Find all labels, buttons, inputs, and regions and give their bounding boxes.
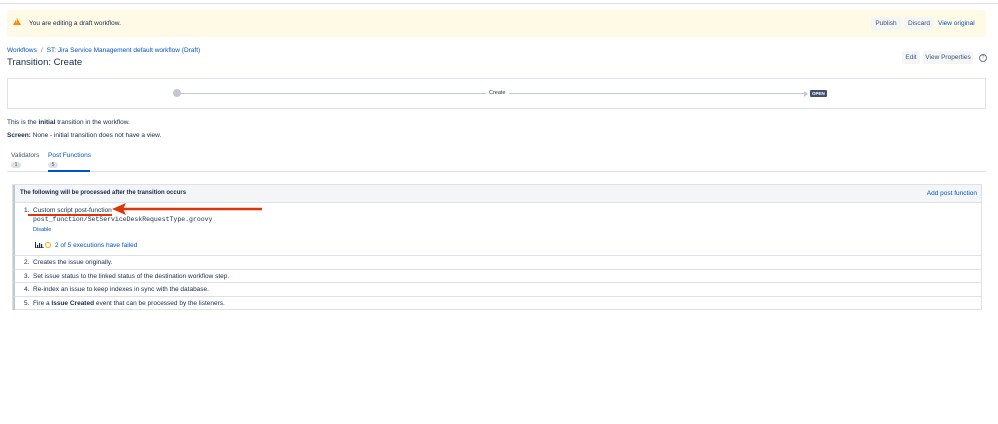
banner-text: You are editing a draft workflow.	[29, 20, 121, 27]
active-tab-indicator	[48, 170, 90, 172]
tabs-border	[7, 171, 986, 172]
post-function-row-4: 4. Re-index an issue to keep indexes in …	[13, 283, 981, 297]
view-properties-button[interactable]: View Properties	[923, 51, 973, 64]
top-border	[0, 0, 998, 4]
row-text: Creates the issue originally.	[33, 259, 113, 266]
discard-button[interactable]: Discard	[904, 17, 934, 30]
screen-label: Screen:	[7, 132, 31, 139]
page-title: Transition: Create	[7, 57, 83, 68]
initial-info: This is the initial transition in the wo…	[7, 119, 130, 126]
validators-count-badge: 1	[11, 162, 21, 168]
tab-validators[interactable]: Validators	[11, 152, 39, 159]
help-icon[interactable]: ?	[979, 54, 987, 62]
post-functions-count-badge: 5	[48, 162, 58, 168]
initial-bold: initial	[38, 119, 56, 126]
transition-label: Create	[486, 90, 509, 96]
screen-value: None - initial transition does not have …	[30, 132, 162, 139]
publish-button[interactable]: Publish	[871, 17, 901, 30]
row-number: 1.	[24, 207, 30, 214]
row-text-suffix: event that can be processed by the liste…	[94, 300, 225, 307]
annotation-arrow-icon	[112, 203, 262, 215]
post-function-row-5: 5. Fire a Issue Created event that can b…	[13, 297, 981, 310]
clock-icon	[45, 242, 51, 248]
row-text: Fire a Issue Created event that can be p…	[33, 300, 225, 307]
initial-node	[173, 89, 181, 97]
arrowhead-icon	[804, 91, 808, 97]
row-number: 5.	[24, 300, 30, 307]
row-number: 4.	[24, 286, 30, 293]
annotation-underline	[28, 214, 112, 216]
post-function-row-2: 2. Creates the issue originally.	[13, 256, 981, 270]
breadcrumb: Workflows / ST: Jira Service Management de…	[7, 47, 200, 54]
breadcrumb-workflow[interactable]: ST: Jira Service Management default work…	[47, 47, 201, 54]
chart-icon	[35, 242, 44, 248]
add-post-function-link[interactable]: Add post function	[927, 190, 977, 197]
row-number: 3.	[24, 273, 30, 280]
transition-diagram: Create OPEN	[7, 78, 986, 109]
tab-post-functions[interactable]: Post Functions	[48, 152, 91, 159]
initial-suffix: transition in the workflow.	[55, 119, 130, 126]
issue-created-event: Issue Created	[51, 300, 95, 307]
custom-script-label: Custom script post-function	[33, 207, 112, 214]
view-original-link[interactable]: View original	[938, 20, 975, 27]
breadcrumb-workflows[interactable]: Workflows	[7, 47, 37, 54]
draft-warning-banner: You are editing a draft workflow. Publis…	[7, 10, 986, 37]
executions-failed-link[interactable]: 2 of 5 executions have failed	[55, 242, 137, 249]
panel-heading: The following will be processed after th…	[20, 190, 187, 196]
post-function-row-3: 3. Set issue status to the linked status…	[13, 270, 981, 283]
row-text: Re-index an issue to keep indexes in syn…	[33, 286, 209, 293]
status-lozenge: OPEN	[810, 90, 827, 97]
row-text-prefix: Fire a	[33, 300, 52, 307]
breadcrumb-separator: /	[40, 47, 43, 54]
row-text: Set issue status to the linked status of…	[33, 273, 230, 280]
edit-button[interactable]: Edit	[902, 51, 920, 64]
warning-icon	[13, 18, 21, 25]
row-number: 2.	[24, 259, 30, 266]
disable-link[interactable]: Disable	[33, 227, 51, 233]
initial-prefix: This is the	[7, 119, 39, 126]
screen-info: Screen: None - initial transition does n…	[7, 132, 161, 139]
